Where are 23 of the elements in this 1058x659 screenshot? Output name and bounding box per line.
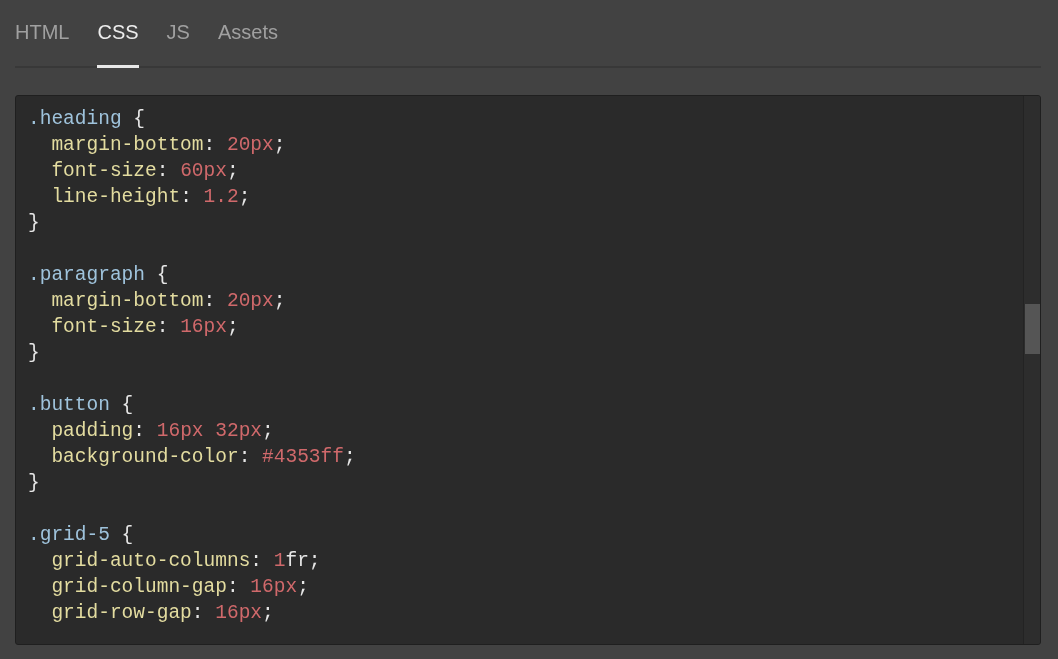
code-line: font-size: 60px; (50, 159, 239, 184)
tab[interactable]: CSS (97, 0, 139, 68)
tab[interactable]: HTML (15, 0, 70, 68)
code-editor[interactable] (15, 95, 1041, 645)
code-line: grid-auto-columns: 1fr; (50, 549, 321, 574)
code-line: margin-bottom: 20px; (50, 133, 286, 158)
tab[interactable]: JS (166, 0, 190, 68)
code-line: font-size: 16px; (50, 315, 239, 340)
code-line: grid-column-gap: 16px; (50, 575, 309, 600)
scrollbar-thumb[interactable] (1025, 304, 1040, 354)
code-line: background-color: #4353ff; (50, 445, 356, 470)
code-line: grid-row-gap: 16px; (50, 601, 274, 626)
code-line: .button { (28, 393, 134, 418)
code-line: .paragraph { (28, 263, 169, 288)
tab[interactable]: Assets (217, 0, 278, 68)
code-line: } (28, 471, 40, 496)
code-line: padding: 16px 32px; (50, 419, 274, 444)
code-line: .heading { (28, 107, 146, 132)
code-line: line-height: 1.2; (50, 185, 251, 210)
code-line: margin-bottom: 20px; (50, 289, 286, 314)
code-line: } (28, 341, 40, 366)
code-line: .grid-5 { (28, 523, 134, 548)
code-line: } (28, 211, 40, 236)
